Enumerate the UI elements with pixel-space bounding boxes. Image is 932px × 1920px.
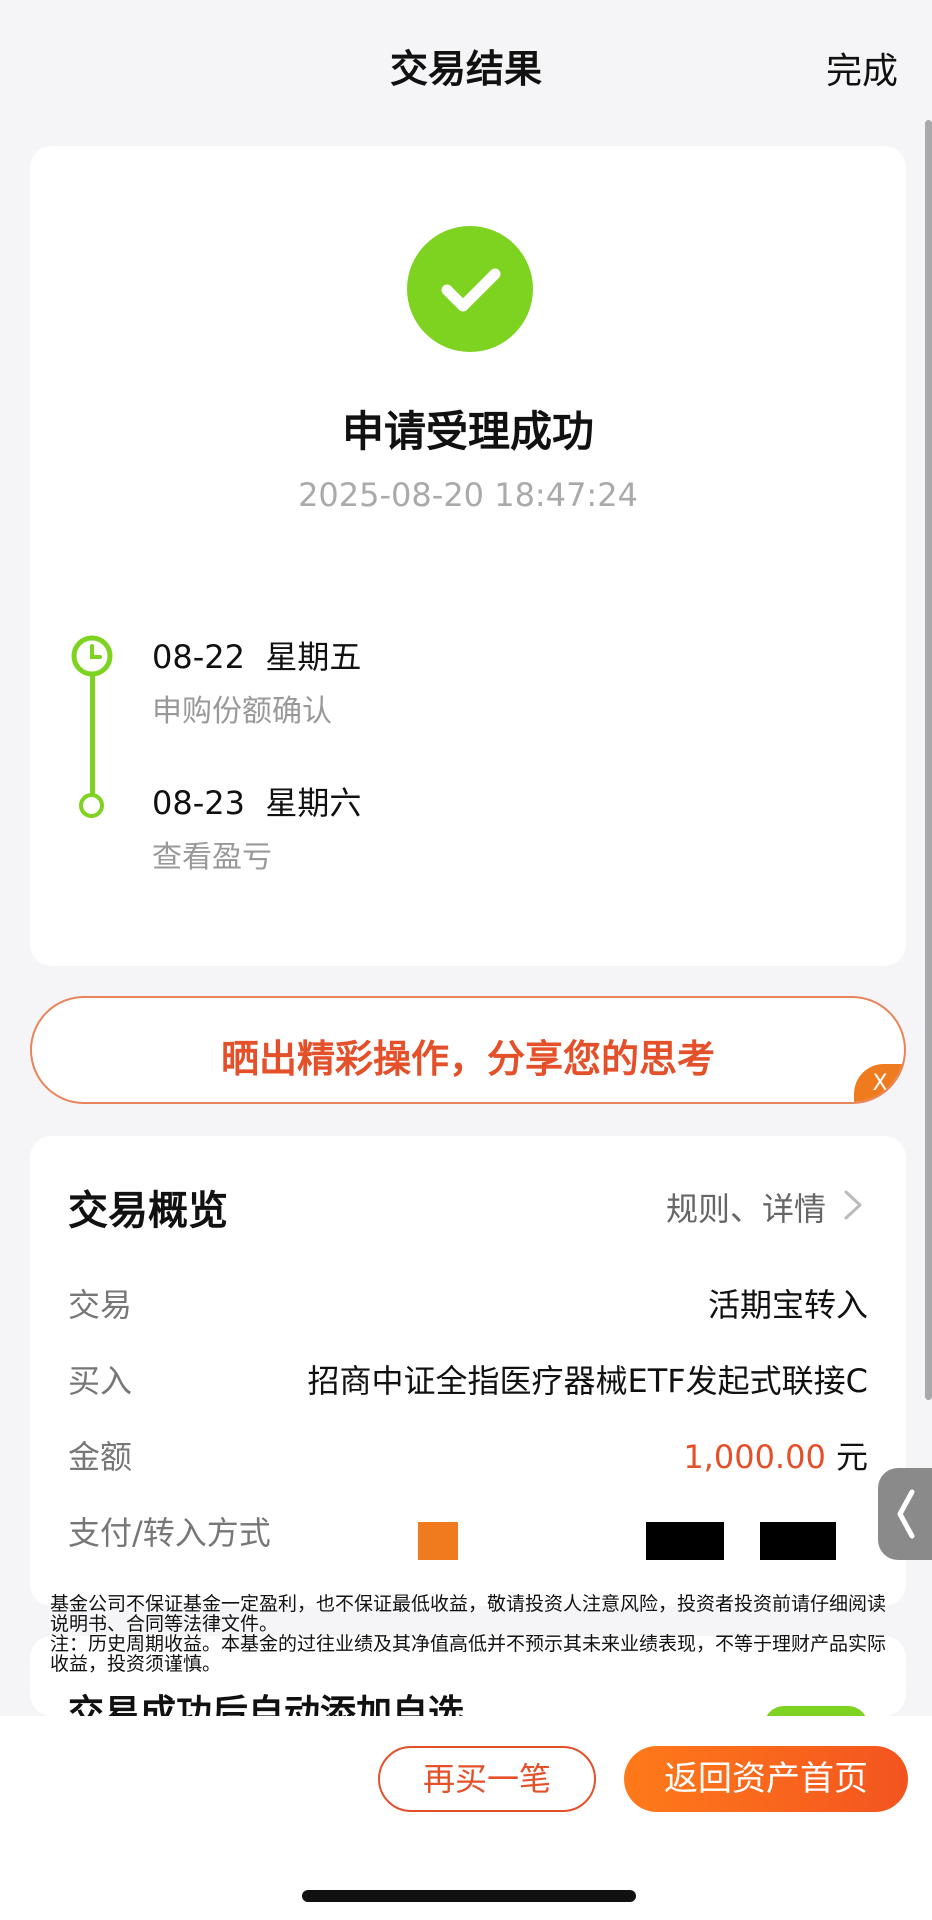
amount-value: 1,000.00 元 <box>683 1432 868 1478</box>
bottom-action-bar: 再买一笔 返回资产首页 <box>0 1716 932 1920</box>
success-check-icon <box>407 226 533 352</box>
amount-number: 1,000.00 <box>683 1438 826 1476</box>
amount-label: 金额 <box>68 1438 133 1476</box>
done-button[interactable]: 完成 <box>826 42 898 94</box>
trade-value: 活期宝转入 <box>707 1286 868 1324</box>
amount-unit: 元 <box>835 1438 868 1476</box>
timeline-desc-2: 查看盈亏 <box>152 840 272 875</box>
timeline-line <box>90 668 95 803</box>
clock-icon <box>69 633 115 679</box>
share-banner-text: 晒出精彩操作，分享您的思考 <box>220 1037 715 1081</box>
side-collapse-tab[interactable] <box>878 1468 932 1560</box>
payment-method-icon <box>418 1522 458 1560</box>
result-time: 2025-08-20 18:47:24 <box>298 476 638 514</box>
rules-details-link[interactable]: 规则、详情 <box>666 1184 826 1230</box>
result-status: 申请受理成功 <box>341 407 594 456</box>
disclaimer: 基金公司不保证基金一定盈利，也不保证最低收益，敬请投资人注意风险，投资者投资前请… <box>50 1594 890 1674</box>
timeline-dot <box>79 793 104 818</box>
timeline-date-1: 08-22 星期五 <box>152 638 362 676</box>
overview-card: 交易概览 规则、详情 交易 活期宝转入 买入 招商中证全指医疗器械ETF发起式联… <box>30 1136 906 1606</box>
auto-add-label: 交易成功后自动添加自选 <box>68 1693 465 1716</box>
buy-label: 买入 <box>68 1362 133 1400</box>
overview-title: 交易概览 <box>68 1188 228 1234</box>
disclaimer-line-1: 基金公司不保证基金一定盈利，也不保证最低收益，敬请投资人注意风险，投资者投资前请… <box>50 1593 887 1635</box>
top-bar: 交易结果 完成 <box>0 0 932 130</box>
share-banner[interactable]: 晒出精彩操作，分享您的思考 X <box>30 996 906 1104</box>
timeline-date-2: 08-23 星期六 <box>152 784 362 822</box>
chevron-right-icon[interactable] <box>840 1188 866 1222</box>
timeline-desc-1: 申购份额确认 <box>152 694 332 729</box>
home-indicator <box>302 1890 636 1902</box>
payment-method-label: 支付/转入方式 <box>68 1514 271 1552</box>
result-card: 申请受理成功 2025-08-20 18:47:24 08-22 星期五 申购份… <box>30 146 906 966</box>
redacted-block <box>646 1522 724 1560</box>
scrollbar[interactable] <box>925 120 932 1400</box>
buy-again-button[interactable]: 再买一笔 <box>378 1746 596 1812</box>
page-title: 交易结果 <box>389 47 542 91</box>
auto-add-toggle[interactable] <box>764 1706 868 1716</box>
back-home-button[interactable]: 返回资产首页 <box>624 1746 908 1812</box>
trade-label: 交易 <box>68 1286 133 1324</box>
redacted-block <box>760 1522 836 1560</box>
buy-value: 招商中证全指医疗器械ETF发起式联接C <box>307 1362 868 1400</box>
disclaimer-line-2: 注：历史周期收益。本基金的过往业绩及其净值高低并不预示其未来业绩表现，不等于理财… <box>50 1633 887 1675</box>
